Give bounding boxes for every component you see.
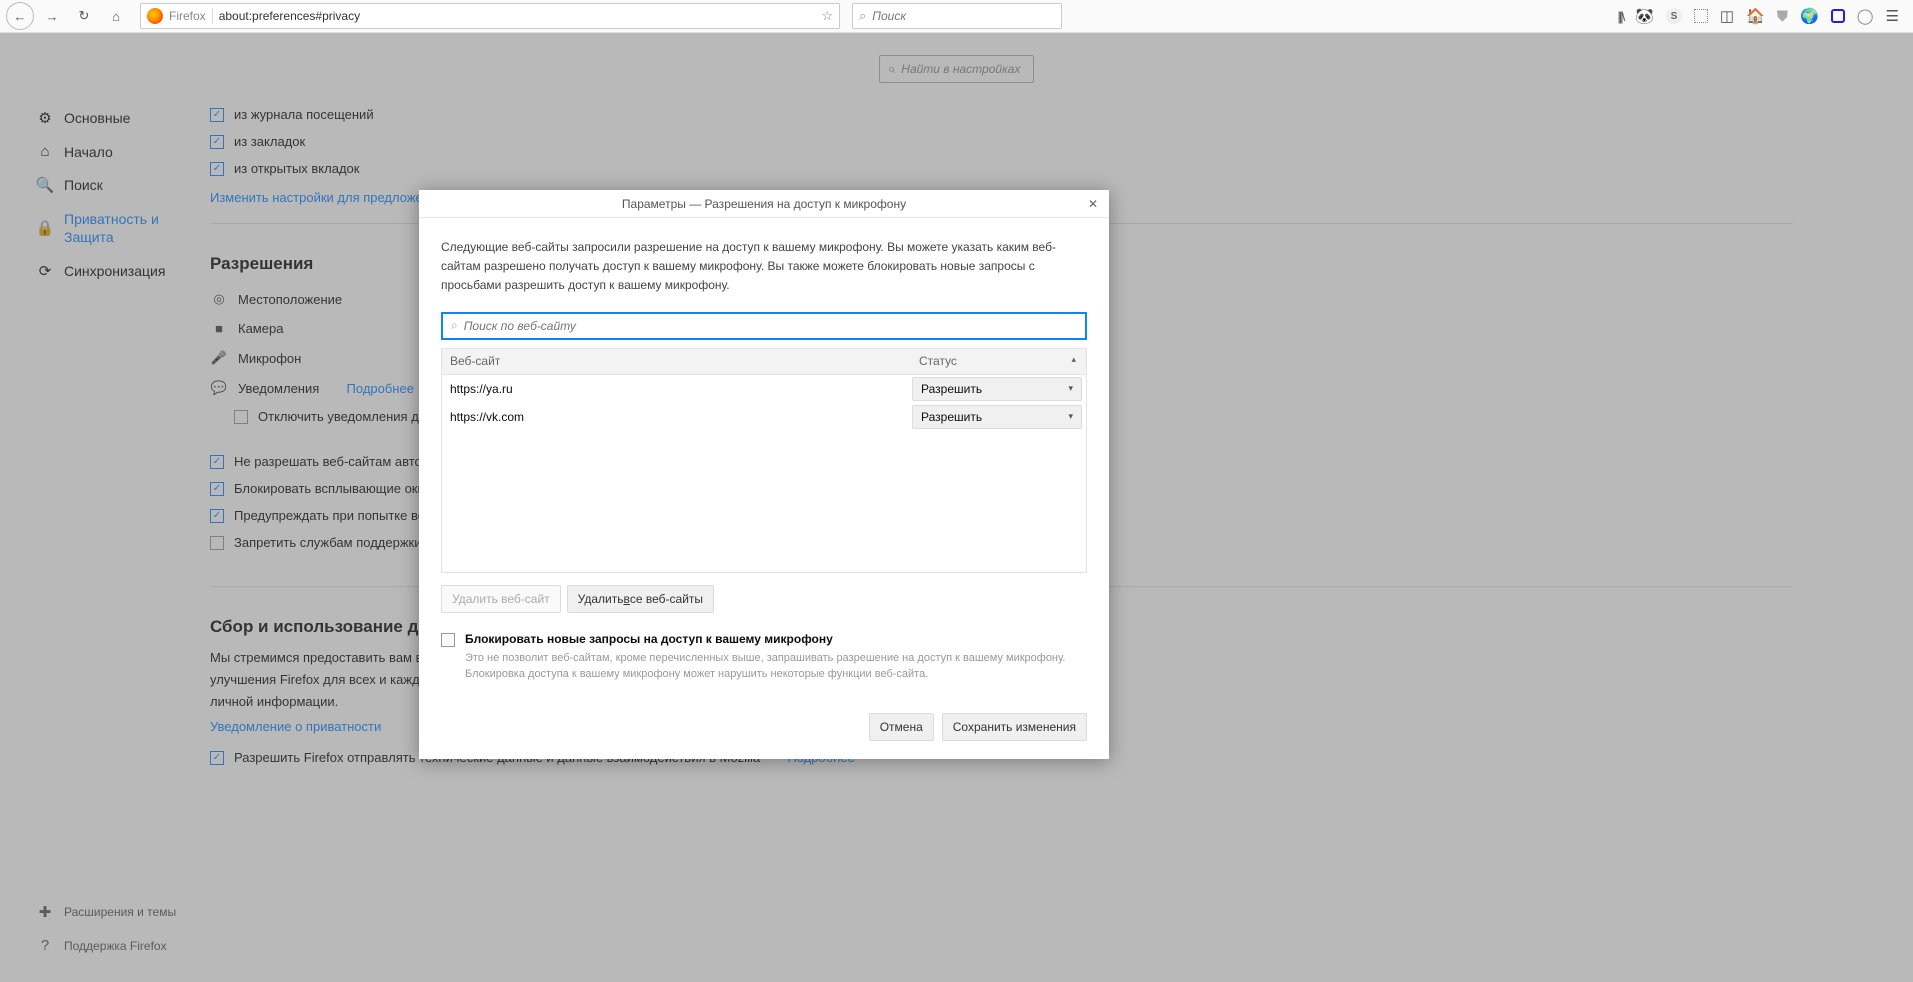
toolbar-search-input[interactable] [872, 9, 1055, 23]
back-button[interactable]: ← [6, 2, 34, 30]
button-label-prefix: Удалить [578, 592, 624, 606]
reload-button[interactable]: ↻ [70, 2, 98, 30]
microphone-permissions-dialog: Параметры — Разрешения на доступ к микро… [419, 190, 1109, 759]
button-label-suffix: се веб-сайты [630, 592, 703, 606]
status-value: Разрешить [921, 410, 982, 424]
block-description: Это не позволит веб-сайтам, кроме перечи… [465, 650, 1087, 683]
extension-icon-3[interactable] [1694, 9, 1708, 23]
block-checkbox[interactable] [441, 633, 455, 647]
button-label: Отмена [880, 720, 923, 734]
remove-all-button[interactable]: Удалить все веб-сайты [567, 585, 714, 613]
extension-icon-2[interactable]: S [1666, 8, 1682, 24]
separator [212, 8, 213, 24]
shield-icon[interactable]: ⛊ [1777, 8, 1788, 25]
dialog-remove-buttons: Удалить веб-сайт Удалить все веб-сайты [441, 585, 1087, 613]
dialog-header: Параметры — Разрешения на доступ к микро… [419, 190, 1109, 218]
remove-website-button: Удалить веб-сайт [441, 585, 561, 613]
search-icon: ⌕ [859, 8, 866, 24]
url-text: about:preferences#privacy [219, 9, 816, 23]
cancel-button[interactable]: Отмена [869, 713, 934, 741]
menu-icon[interactable]: ☰ [1886, 7, 1899, 25]
dialog-body: Следующие веб-сайты запросили разрешение… [419, 218, 1109, 699]
library-icon[interactable]: |||\ [1617, 9, 1623, 24]
dialog-title: Параметры — Разрешения на доступ к микро… [622, 197, 906, 211]
dialog-search[interactable] [441, 312, 1087, 340]
table-row[interactable]: https://vk.com Разрешить [442, 403, 1086, 431]
dialog-close-button[interactable]: ✕ [1083, 194, 1103, 214]
button-label: Удалить веб-сайт [452, 592, 550, 606]
extension-icon-4[interactable]: 🏠 [1746, 7, 1765, 25]
sidebar-icon[interactable]: ◫ [1720, 7, 1734, 25]
permissions-table: Веб-сайт Статус https://ya.ru Разрешить … [441, 348, 1087, 573]
url-identity: Firefox [169, 9, 206, 23]
block-new-requests-row: Блокировать новые запросы на доступ к ва… [441, 631, 1087, 683]
extension-icon-6[interactable] [1831, 9, 1845, 23]
save-button[interactable]: Сохранить изменения [942, 713, 1087, 741]
block-label: Блокировать новые запросы на доступ к ва… [465, 632, 833, 646]
profile-icon[interactable]: ◯ [1857, 7, 1874, 25]
button-label: Сохранить изменения [953, 720, 1076, 734]
firefox-icon [147, 8, 163, 24]
extension-icon-1[interactable]: 🐼 [1635, 7, 1654, 25]
settings-page: Найти в настройках ⚙ Основные ⌂ Начало 🔍… [0, 33, 1913, 982]
dialog-search-input[interactable] [464, 319, 1077, 333]
dialog-intro: Следующие веб-сайты запросили разрешение… [441, 238, 1087, 296]
site-url: https://ya.ru [450, 382, 912, 396]
col-website[interactable]: Веб-сайт [442, 354, 911, 368]
bookmark-star-icon[interactable]: ☆ [821, 8, 833, 24]
url-bar[interactable]: Firefox about:preferences#privacy ☆ [140, 3, 840, 29]
home-button[interactable]: ⌂ [102, 2, 130, 30]
status-select[interactable]: Разрешить [912, 377, 1082, 401]
extension-icon-5[interactable]: 🌍 [1800, 7, 1819, 25]
toolbar-icons: |||\ 🐼 S ◫ 🏠 ⛊ 🌍 ◯ ☰ [1617, 7, 1907, 25]
table-header: Веб-сайт Статус [442, 349, 1086, 375]
browser-toolbar: ← → ↻ ⌂ Firefox about:preferences#privac… [0, 0, 1913, 33]
status-select[interactable]: Разрешить [912, 405, 1082, 429]
dialog-footer: Отмена Сохранить изменения [419, 699, 1109, 759]
forward-button[interactable]: → [38, 2, 66, 30]
toolbar-search[interactable]: ⌕ [852, 3, 1062, 29]
table-row[interactable]: https://ya.ru Разрешить [442, 375, 1086, 403]
site-url: https://vk.com [450, 410, 912, 424]
status-value: Разрешить [921, 382, 982, 396]
col-status[interactable]: Статус [911, 354, 1086, 368]
